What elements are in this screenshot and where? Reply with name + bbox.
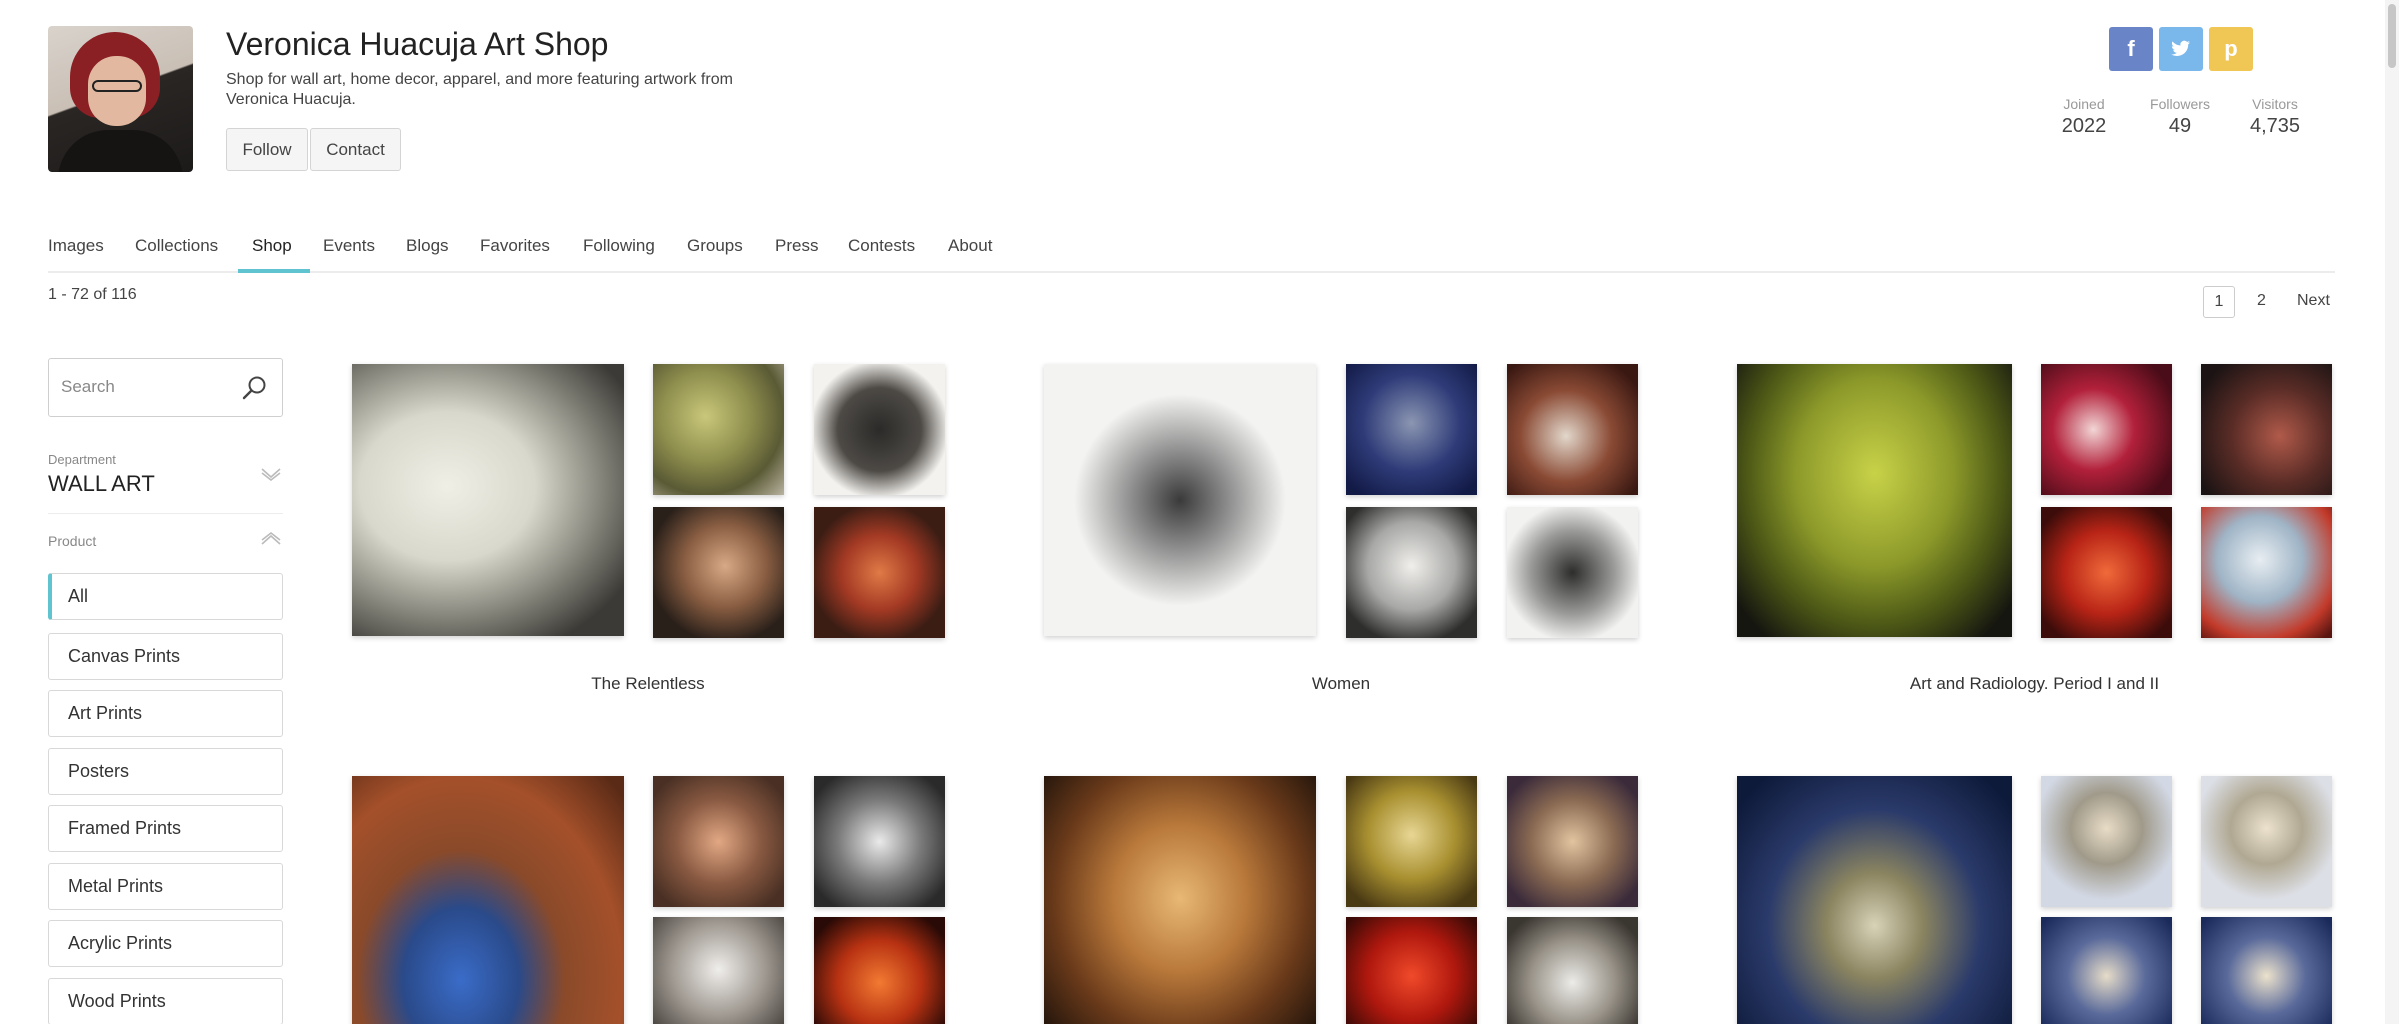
stat-label: Followers — [2150, 96, 2210, 112]
tab-events[interactable]: Events — [323, 236, 375, 256]
collection-thumb-image[interactable] — [1507, 507, 1638, 638]
collection-thumb-image[interactable] — [2201, 776, 2332, 907]
collection-thumb-image[interactable] — [1346, 776, 1477, 907]
product-filter-metal-prints[interactable]: Metal Prints — [48, 863, 283, 910]
shop-description: Shop for wall art, home decor, apparel, … — [226, 71, 733, 108]
product-filter-framed-prints[interactable]: Framed Prints — [48, 805, 283, 852]
collection-thumb-image[interactable] — [814, 917, 945, 1024]
profile-tabs: Images Collections Shop Events Blogs Fav… — [48, 232, 2335, 273]
search-box — [48, 358, 283, 417]
stat-visitors: Visitors 4,735 — [2244, 96, 2306, 138]
collection-thumb-image[interactable] — [653, 917, 784, 1024]
search-input[interactable] — [61, 374, 236, 400]
artist-avatar[interactable] — [48, 26, 193, 172]
pinterest-icon: p — [2224, 36, 2238, 61]
stat-label: Visitors — [2252, 96, 2298, 112]
facebook-share-button[interactable]: f — [2109, 27, 2153, 71]
page-scrollbar[interactable] — [2385, 0, 2399, 1024]
chevron-up-icon[interactable] — [260, 532, 282, 546]
page-2-link[interactable]: 2 — [2257, 292, 2266, 310]
collection-thumb-image[interactable] — [2041, 776, 2172, 907]
collection-thumb-image[interactable] — [1346, 364, 1477, 495]
collection-thumb-image[interactable] — [814, 364, 945, 495]
tab-press[interactable]: Press — [775, 236, 818, 256]
collection-main-image[interactable] — [352, 364, 624, 636]
collection-thumb-image[interactable] — [814, 776, 945, 907]
collection-thumb-image[interactable] — [2041, 507, 2172, 638]
product-filter-posters[interactable]: Posters — [48, 748, 283, 795]
tab-contests[interactable]: Contests — [848, 236, 915, 256]
stat-value: 2022 — [2061, 115, 2107, 137]
tab-shop[interactable]: Shop — [252, 236, 292, 256]
product-filter-acrylic-prints[interactable]: Acrylic Prints — [48, 920, 283, 967]
tab-favorites[interactable]: Favorites — [480, 236, 550, 256]
department-label: Department — [48, 452, 116, 467]
pinterest-share-button[interactable]: p — [2209, 27, 2253, 71]
tab-blogs[interactable]: Blogs — [406, 236, 449, 256]
collection-main-image[interactable] — [1044, 364, 1316, 636]
collection-thumb-image[interactable] — [1507, 917, 1638, 1024]
product-filter-art-prints[interactable]: Art Prints — [48, 690, 283, 737]
stat-label: Joined — [2063, 96, 2105, 112]
collection-thumb-image[interactable] — [1507, 364, 1638, 495]
results-count: 1 - 72 of 116 — [48, 286, 137, 303]
follow-button[interactable]: Follow — [226, 128, 308, 171]
product-label: Product — [48, 533, 97, 549]
twitter-share-button[interactable] — [2159, 27, 2203, 71]
chevron-down-icon[interactable] — [260, 467, 282, 481]
divider — [48, 513, 283, 514]
collection-title[interactable]: Art and Radiology. Period I and II — [1737, 674, 2332, 694]
stat-value: 49 — [2168, 115, 2192, 137]
collection-thumb-image[interactable] — [1346, 507, 1477, 638]
collection-main-image[interactable] — [1737, 776, 2012, 1024]
shop-title: Veronica Huacuja Art Shop — [226, 26, 609, 62]
tab-collections[interactable]: Collections — [135, 236, 218, 256]
collection-main-image[interactable] — [1737, 364, 2012, 637]
search-icon[interactable] — [242, 375, 268, 401]
stat-joined: Joined 2022 — [2058, 96, 2110, 138]
collection-thumb-image[interactable] — [2201, 364, 2332, 495]
tab-images[interactable]: Images — [48, 236, 104, 256]
collection-thumb-image[interactable] — [653, 364, 784, 495]
collection-main-image[interactable] — [1044, 776, 1316, 1024]
stat-followers: Followers 49 — [2142, 96, 2218, 138]
product-filter-all[interactable]: All — [48, 573, 283, 620]
department-value[interactable]: WALL ART — [48, 471, 155, 497]
collection-thumb-image[interactable] — [2041, 917, 2172, 1024]
twitter-icon — [2171, 40, 2190, 57]
collection-title[interactable]: The Relentless — [352, 674, 944, 694]
stat-value: 4,735 — [2249, 115, 2301, 137]
collection-thumb-image[interactable] — [1507, 776, 1638, 907]
active-tab-indicator — [238, 269, 310, 273]
collection-thumb-image[interactable] — [1346, 917, 1477, 1024]
collection-thumb-image[interactable] — [2201, 917, 2332, 1024]
collection-title[interactable]: Women — [1044, 674, 1638, 694]
contact-button[interactable]: Contact — [310, 128, 401, 171]
collection-thumb-image[interactable] — [2201, 507, 2332, 638]
tab-about[interactable]: About — [948, 236, 992, 256]
collection-thumb-image[interactable] — [653, 507, 784, 638]
next-page-link[interactable]: Next — [2297, 292, 2330, 310]
collection-thumb-image[interactable] — [814, 507, 945, 638]
page-1-button[interactable]: 1 — [2203, 286, 2235, 318]
scrollbar-thumb[interactable] — [2388, 4, 2396, 68]
collection-thumb-image[interactable] — [653, 776, 784, 907]
tab-following[interactable]: Following — [583, 236, 655, 256]
facebook-icon: f — [2127, 36, 2135, 61]
collection-main-image[interactable] — [352, 776, 624, 1024]
product-filter-canvas-prints[interactable]: Canvas Prints — [48, 633, 283, 680]
product-filter-wood-prints[interactable]: Wood Prints — [48, 978, 283, 1024]
tab-groups[interactable]: Groups — [687, 236, 743, 256]
collection-thumb-image[interactable] — [2041, 364, 2172, 495]
